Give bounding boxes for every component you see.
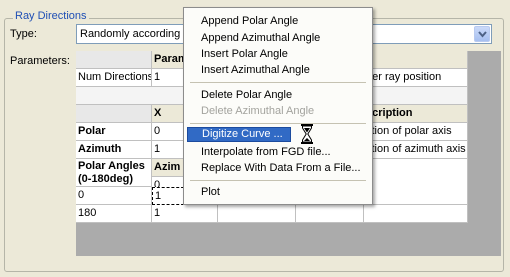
menu-item-digitize-curve[interactable]: Digitize Curve ... (187, 127, 291, 142)
num-directions-note: per ray position (364, 69, 468, 87)
chevron-down-icon (478, 31, 487, 38)
menu-item-append-polar-angle[interactable]: Append Polar Angle (186, 13, 370, 30)
polar-angle-value[interactable]: 0 (76, 187, 152, 205)
menu-separator (190, 180, 366, 181)
menu-item-insert-polar-angle[interactable]: Insert Polar Angle (186, 46, 370, 63)
combobox-dropdown-button[interactable] (474, 26, 490, 42)
ray-directions-panel: Ray Directions Type: Randomly according … (0, 0, 510, 277)
grid-corner-cell (76, 105, 152, 123)
grid-cell[interactable] (364, 187, 468, 205)
polar-angle-value[interactable]: 180 (76, 205, 152, 223)
polar-description: ction of polar axis (364, 123, 468, 141)
hourglass-icon (301, 124, 313, 144)
group-title: Ray Directions (13, 9, 89, 23)
type-combobox-value: Randomly according to (80, 28, 193, 40)
azimuth-row-label: Azimuth (76, 141, 152, 159)
parameters-label: Parameters: (10, 55, 70, 67)
params-header-cell (364, 51, 468, 69)
column-description-header: scription (364, 105, 468, 123)
menu-item-insert-azimuthal-angle[interactable]: Insert Azimuthal Angle (186, 62, 370, 79)
polar-row-label: Polar (76, 123, 152, 141)
menu-item-plot[interactable]: Plot (186, 184, 370, 201)
grid-cell[interactable] (296, 205, 364, 223)
menu-item-interpolate-from-fgd-file[interactable]: Interpolate from FGD file... (186, 144, 370, 161)
azimuth-angle-value[interactable]: 1 (152, 205, 218, 223)
azimuth-description: ction of azimuth axis (364, 141, 468, 159)
polar-angles-label-line1: Polar Angles (78, 160, 145, 172)
menu-separator (190, 123, 366, 124)
type-label: Type: (10, 28, 37, 40)
menu-item-append-azimuthal-angle[interactable]: Append Azimuthal Angle (186, 30, 370, 47)
polar-angles-label-line2: (0-180deg) (78, 173, 134, 185)
context-menu: Append Polar Angle Append Azimuthal Angl… (183, 7, 373, 205)
grid-cell[interactable] (364, 205, 468, 223)
num-directions-label: Num Directions (76, 69, 152, 87)
menu-separator (190, 82, 366, 83)
polar-angles-label: Polar Angles (0-180deg) (76, 159, 152, 187)
grid-cell[interactable] (218, 205, 296, 223)
menu-item-replace-with-data-from-file[interactable]: Replace With Data From a File... (186, 160, 370, 177)
menu-item-delete-polar-angle[interactable]: Delete Polar Angle (186, 87, 370, 104)
grid-corner-cell (76, 51, 152, 69)
menu-item-delete-azimuthal-angle: Delete Azimuthal Angle (201, 105, 315, 117)
